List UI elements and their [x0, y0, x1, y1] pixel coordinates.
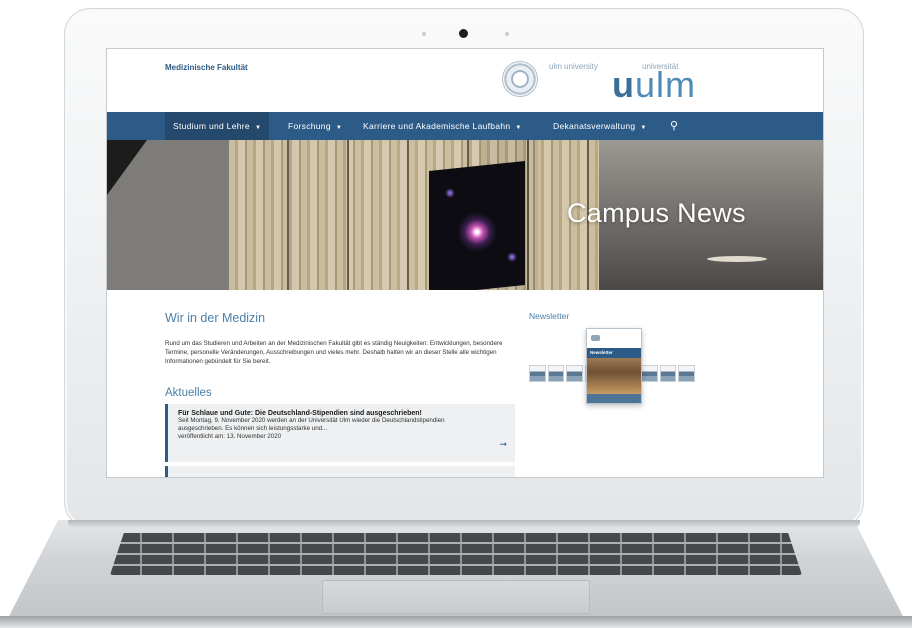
newsletter-heading: Newsletter [529, 311, 570, 321]
nav-item-label: Dekanatsverwaltung [553, 121, 636, 131]
newsletter-cover-footer [587, 394, 641, 403]
news-excerpt: Seit Montag, 9. November 2020 werden an … [178, 417, 445, 432]
chevron-down-icon: ▼ [640, 125, 647, 131]
news-heading: Aktuelles [165, 387, 212, 399]
nav-item-karriere[interactable]: Karriere und Akademische Laufbahn ▼ [355, 112, 530, 140]
news-date: veröffentlicht am: 13. November 2020 [178, 433, 282, 440]
neuron-glow [445, 188, 455, 198]
nav-item-forschung[interactable]: Forschung ▼ [280, 112, 350, 140]
ulm-logo-u: u [612, 64, 635, 105]
newsletter-thumbnail[interactable] [678, 365, 696, 382]
chevron-down-icon: ▼ [335, 125, 343, 131]
laptop-hinge [68, 520, 860, 528]
search-icon[interactable]: ⚲ [670, 112, 678, 140]
chevron-down-icon: ▼ [254, 125, 262, 131]
laptop-screen: Medizinische Fakultät ulm university uni… [106, 48, 824, 478]
hero-ceiling-light [707, 256, 767, 262]
sensor-dot [422, 32, 426, 36]
hero-wood-wall [229, 140, 599, 290]
newsletter-thumbnail[interactable] [529, 365, 546, 382]
newsletter-thumbnail[interactable] [547, 365, 565, 382]
webcam-icon [459, 29, 468, 38]
newsletter-thumbnail[interactable] [566, 365, 584, 382]
nav-item-label: Forschung [288, 121, 331, 131]
newsletter-thumbnail[interactable] [659, 365, 677, 382]
news-card[interactable] [165, 466, 515, 477]
news-card[interactable]: Für Schlaue und Gute: Die Deutschland-St… [165, 404, 515, 462]
trackpad [322, 580, 590, 614]
intro-heading: Wir in der Medizin [165, 311, 266, 325]
university-seal-logo [502, 61, 538, 97]
neuron-glow [507, 252, 517, 262]
sensor-dot [505, 32, 509, 36]
nav-item-dekanatsverwaltung[interactable]: Dekanatsverwaltung ▼ [545, 112, 655, 140]
main-navigation: Studium und Lehre ▼ Forschung ▼ Karriere u… [107, 112, 823, 140]
newsletter-cover-label: Newsletter [590, 350, 613, 355]
news-headline[interactable]: Für Schlaue und Gute: Die Deutschland-St… [178, 410, 505, 417]
nav-item-studium[interactable]: Studium und Lehre ▼ [165, 112, 270, 140]
nav-item-label: Karriere und Akademische Laufbahn [363, 121, 511, 131]
newsletter-cover-photo [587, 358, 641, 394]
site-header: Medizinische Fakultät ulm university uni… [107, 49, 823, 112]
chevron-down-icon: ▼ [515, 125, 522, 131]
faculty-link[interactable]: Medizinische Fakultät [165, 63, 248, 72]
hero-shadow [107, 140, 147, 195]
hero-title: Campus News [567, 198, 746, 228]
newsletter-cover[interactable]: Newsletter [586, 328, 642, 404]
hero-banner: Campus News [107, 140, 823, 290]
ulm-logo-word: ulm [635, 64, 697, 105]
newsletter-logo [591, 335, 600, 341]
neuron-image [457, 212, 497, 252]
arrow-right-icon[interactable]: ➞ [499, 439, 507, 450]
newsletter-thumbnail[interactable] [641, 365, 658, 382]
ulm-university-label: ulm university [549, 62, 598, 71]
main-content: Wir in der Medizin Rund um das Studieren… [107, 290, 823, 477]
nav-item-label: Studium und Lehre [173, 121, 250, 131]
laptop-front-edge [0, 616, 912, 628]
ulm-logo[interactable]: uulm [612, 65, 696, 105]
keyboard [110, 533, 802, 575]
intro-text: Rund um das Studieren und Arbeiten an de… [165, 340, 503, 366]
